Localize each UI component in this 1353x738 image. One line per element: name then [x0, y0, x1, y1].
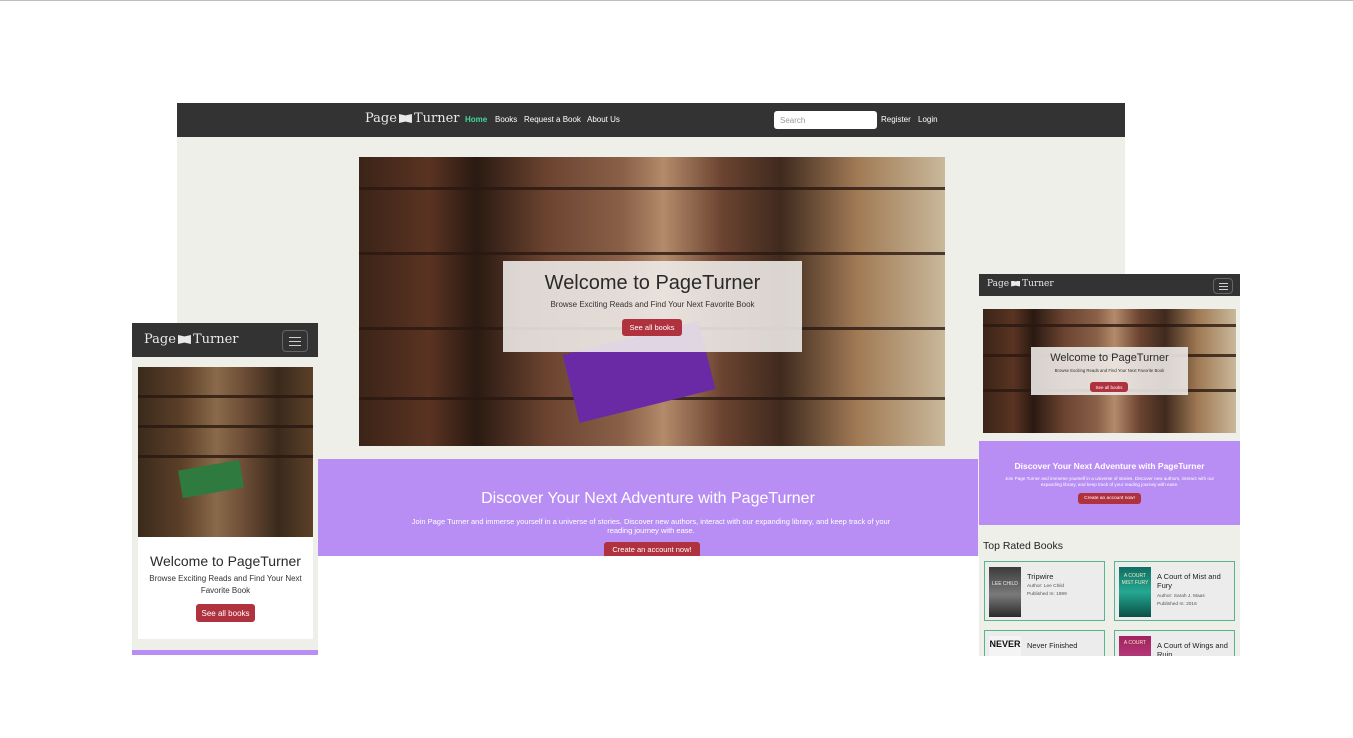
book-author: Author: Lee Child [1027, 584, 1065, 589]
shelf-line [138, 455, 313, 458]
brand-logo[interactable]: Page Turner [987, 279, 1054, 289]
nav-request-book[interactable]: Request a Book [524, 115, 581, 124]
hero-subtitle: Browse Exciting Reads and Find Your Next… [1054, 368, 1165, 373]
nav-about-us[interactable]: About Us [587, 115, 620, 124]
cta-strip [132, 650, 318, 655]
cover-author-text: LEE CHILD [992, 581, 1018, 587]
book-cover-image: A COURT MIST FURY [1119, 567, 1151, 617]
open-book-icon [398, 114, 412, 123]
cover-title-text: A COURT [1123, 640, 1147, 646]
create-account-button[interactable]: Create an account now! [1078, 493, 1141, 504]
open-book-icon [177, 335, 191, 344]
brand-word-page: Page [365, 111, 397, 126]
book-card-court-wings-ruin[interactable]: A COURT A Court of Wings and Ruin [1114, 630, 1235, 656]
book-published: Published In: 2016 [1157, 602, 1197, 607]
cta-title: Discover Your Next Adventure with PageTu… [481, 490, 815, 507]
book-cover-image: A COURT [1119, 636, 1151, 656]
login-link[interactable]: Login [918, 115, 938, 124]
cta-section: Discover Your Next Adventure with PageTu… [318, 459, 978, 556]
brand-word-turner: Turner [192, 332, 239, 347]
book-card-never-finished[interactable]: NEVER Never Finished [984, 630, 1105, 656]
cta-section: Discover Your Next Adventure with PageTu… [979, 441, 1240, 525]
book-title: Never Finished [1027, 641, 1078, 650]
brand-logo[interactable]: Page Turner [144, 332, 238, 347]
nav-books[interactable]: Books [495, 115, 517, 124]
brand-logo[interactable]: Page Turner [365, 111, 459, 126]
see-all-books-button[interactable]: See all books [196, 604, 255, 622]
book-cover-image: NEVER [989, 636, 1021, 656]
cta-body: Join Page Turner and immerse yourself in… [1004, 476, 1215, 487]
cover-title-text: A COURT MIST FURY [1121, 573, 1149, 586]
hero-title: Welcome to PageTurner [1050, 352, 1169, 364]
brand-word-page: Page [987, 279, 1010, 289]
book-published: Published In: 1999 [1027, 592, 1067, 597]
shelf-line [138, 395, 313, 398]
see-all-books-button[interactable]: See all books [622, 319, 682, 336]
cta-body: Join Page Turner and immerse yourself in… [411, 517, 891, 535]
mobile-preview: Page Turner Welcome to PageTurner Browse … [132, 323, 318, 655]
hero-title: Welcome to PageTurner [544, 272, 761, 294]
brand-word-page: Page [144, 332, 176, 347]
hero-card: Welcome to PageTurner Browse Exciting Re… [1031, 347, 1188, 395]
top-divider [0, 0, 1353, 1]
register-link[interactable]: Register [881, 115, 911, 124]
green-book-shape [178, 459, 244, 499]
brand-word-turner: Turner [413, 111, 460, 126]
create-account-button[interactable]: Create an account now! [604, 542, 700, 556]
book-title: Tripwire [1027, 572, 1054, 581]
menu-toggle-icon[interactable] [282, 330, 308, 352]
nav-home[interactable]: Home [465, 115, 487, 124]
menu-toggle-icon[interactable] [1213, 278, 1233, 294]
tablet-preview: Page Turner Welcome to PageTurner Browse … [979, 274, 1240, 656]
mobile-hero-card: Welcome to PageTurner Browse Exciting Re… [138, 367, 313, 639]
hero-title: Welcome to PageTurner [150, 553, 301, 569]
book-card-tripwire[interactable]: LEE CHILD Tripwire Author: Lee Child Pub… [984, 561, 1105, 621]
book-title: A Court of Mist and Fury [1157, 572, 1221, 590]
hero-image [138, 367, 313, 537]
cover-title-text: NEVER [989, 639, 1021, 649]
cta-title: Discover Your Next Adventure with PageTu… [1014, 461, 1205, 471]
brand-word-turner: Turner [1022, 279, 1054, 289]
mobile-navbar: Page Turner [132, 323, 318, 357]
hero-subtitle: Browse Exciting Reads and Find Your Next… [550, 300, 755, 309]
shelf-line [359, 187, 945, 190]
search-input[interactable] [774, 111, 877, 129]
navbar: Page Turner Home Books Request a Book Abo… [177, 103, 1125, 137]
tablet-navbar: Page Turner [979, 274, 1240, 296]
hero-subtitle: Browse Exciting Reads and Find Your Next… [149, 574, 302, 595]
shelf-line [359, 252, 945, 255]
shelf-line [138, 425, 313, 428]
see-all-books-button[interactable]: See all books [1090, 382, 1128, 392]
shelf-line [983, 324, 1236, 327]
book-card-court-mist-fury[interactable]: A COURT MIST FURY A Court of Mist and Fu… [1114, 561, 1235, 621]
open-book-icon [1011, 280, 1021, 287]
book-author: Author: Sarah J. Maas [1157, 594, 1205, 599]
hero-card: Welcome to PageTurner Browse Exciting Re… [503, 261, 802, 352]
book-title: A Court of Wings and Ruin [1157, 641, 1228, 656]
book-cover-image: LEE CHILD [989, 567, 1021, 617]
top-rated-heading: Top Rated Books [983, 540, 1063, 552]
